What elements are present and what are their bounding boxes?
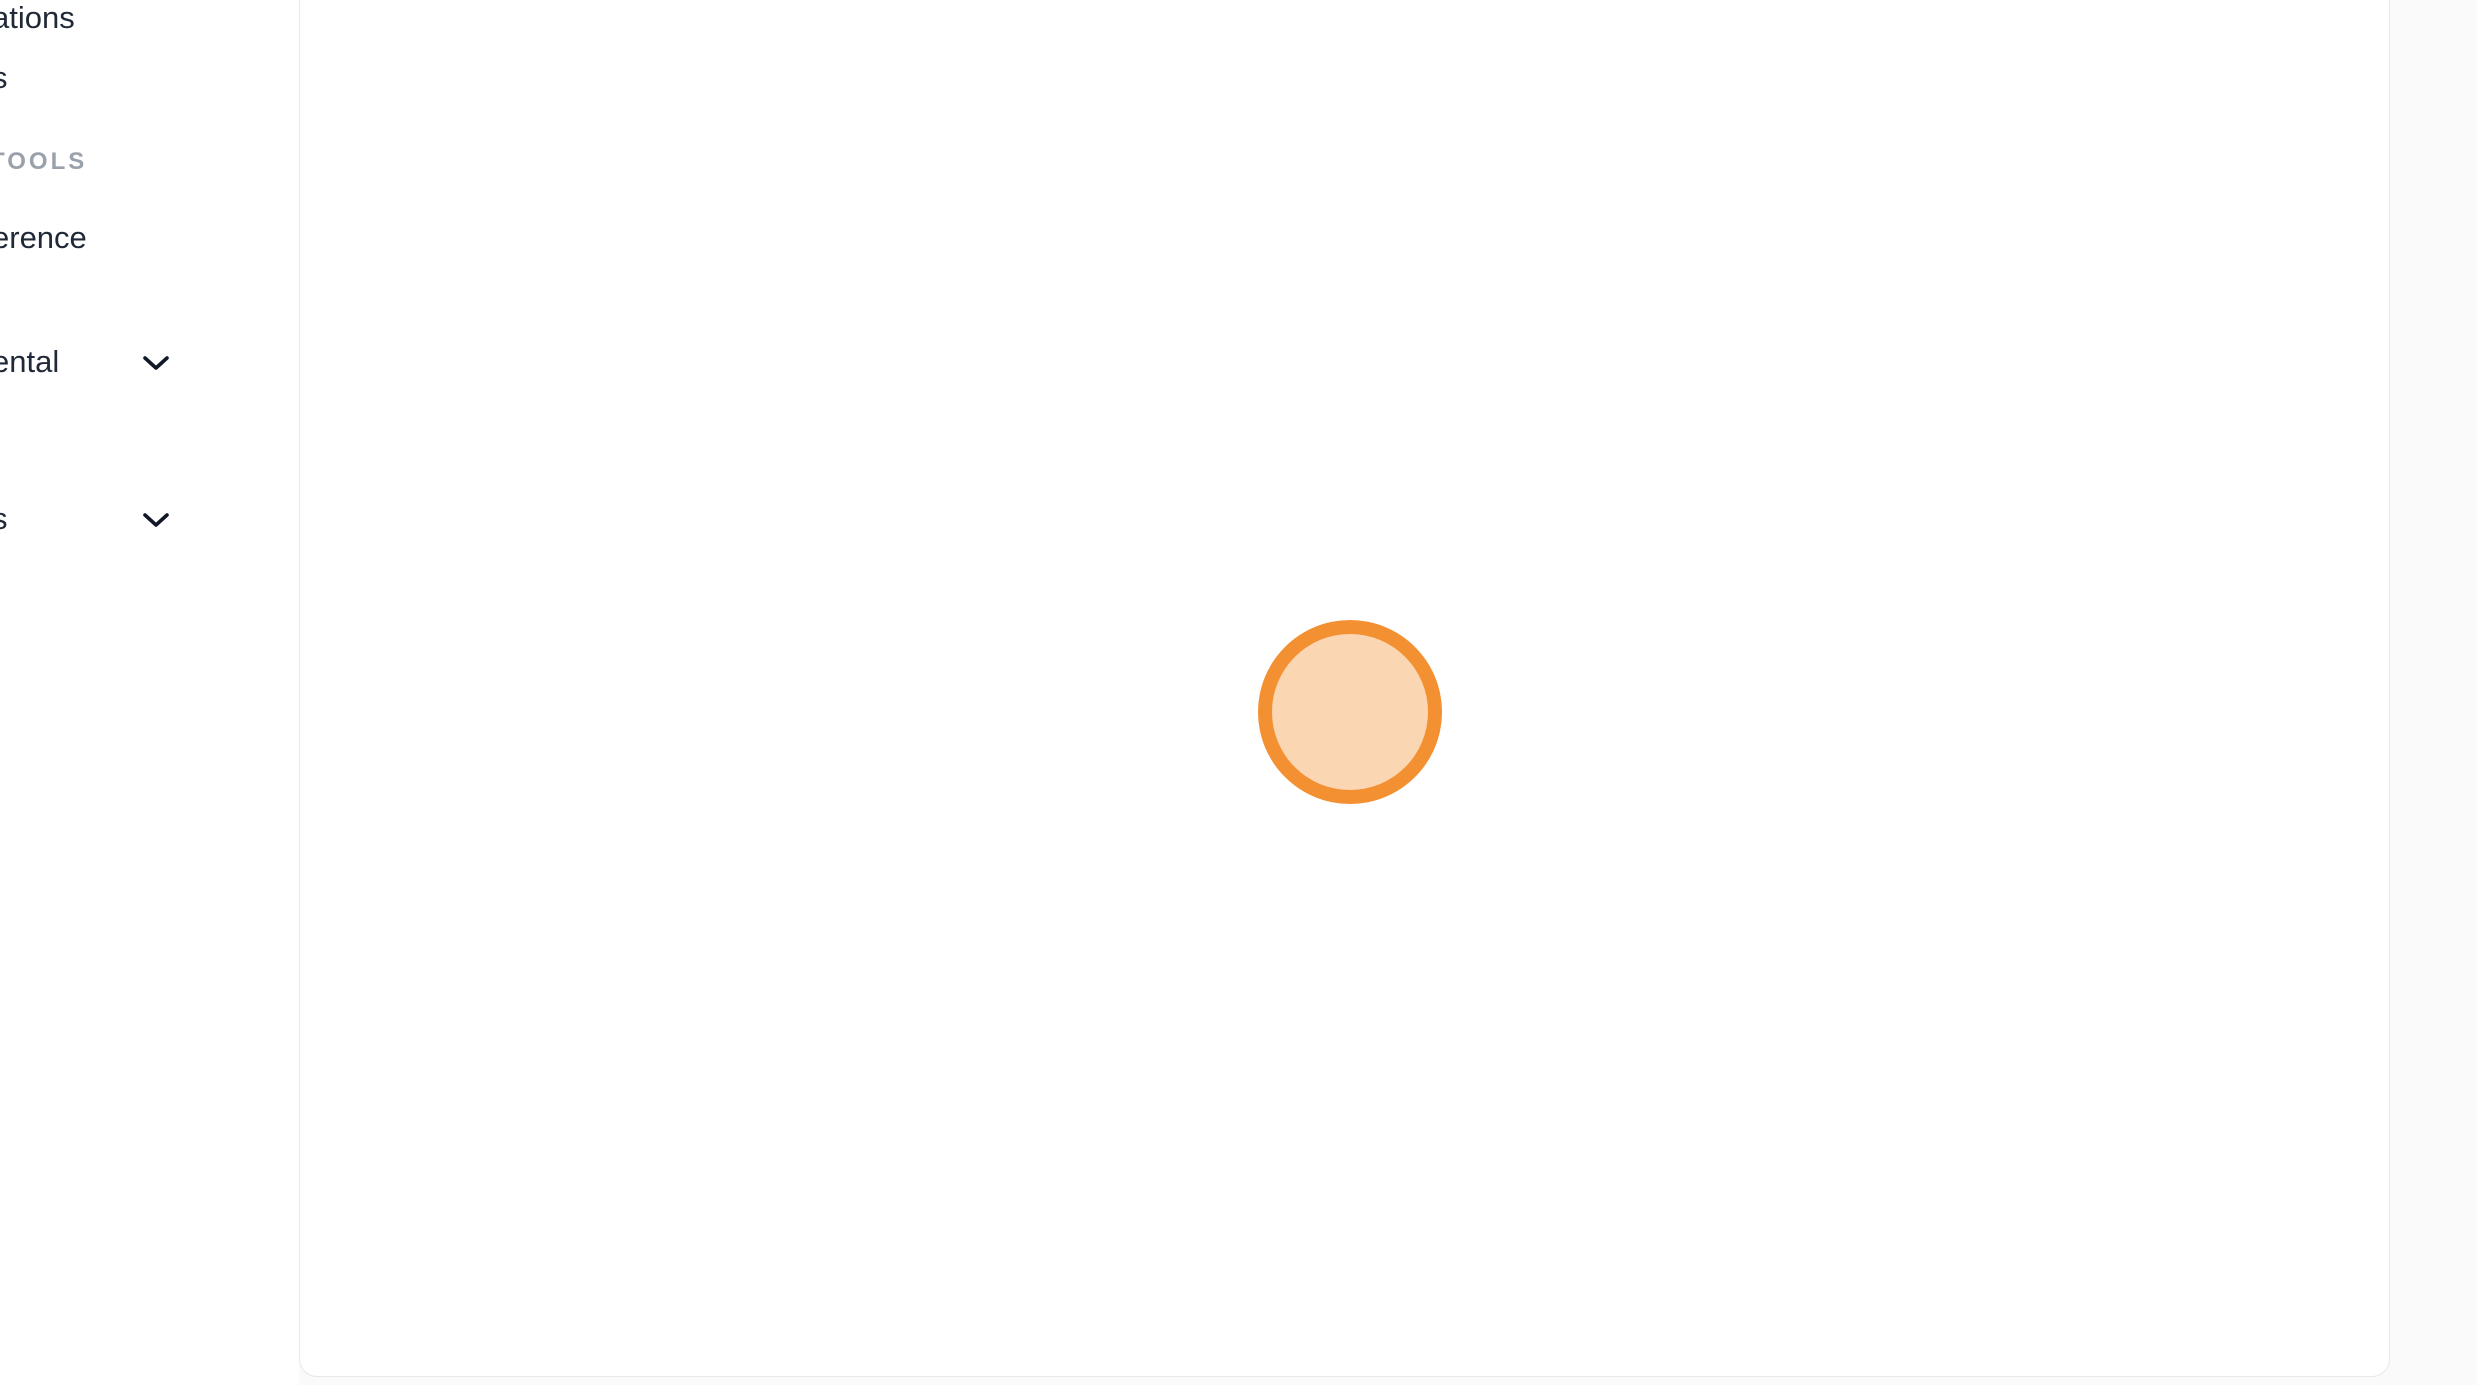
chevron-down-icon <box>142 501 170 537</box>
sidebar-item-s2[interactable]: s <box>0 497 292 541</box>
sidebar-item-label: s <box>0 60 8 96</box>
chevron-down-icon <box>142 344 170 380</box>
add-model-form-card <box>299 0 2390 1377</box>
sidebar-section-label: TOOLS <box>0 148 87 176</box>
sidebar-item-ations[interactable]: ations <box>0 0 292 40</box>
sidebar: ations s TOOLS erence ental s <box>0 0 299 1385</box>
sidebar-item-erence[interactable]: erence <box>0 216 292 260</box>
sidebar-item-ental[interactable]: ental <box>0 340 292 384</box>
sidebar-item-label: ations <box>0 0 75 36</box>
sidebar-item-s1[interactable]: s <box>0 56 292 100</box>
sidebar-item-label: erence <box>0 220 87 256</box>
sidebar-item-label: s <box>0 501 8 537</box>
sidebar-item-label: ental <box>0 344 59 380</box>
sidebar-section-tools: TOOLS <box>0 145 290 179</box>
